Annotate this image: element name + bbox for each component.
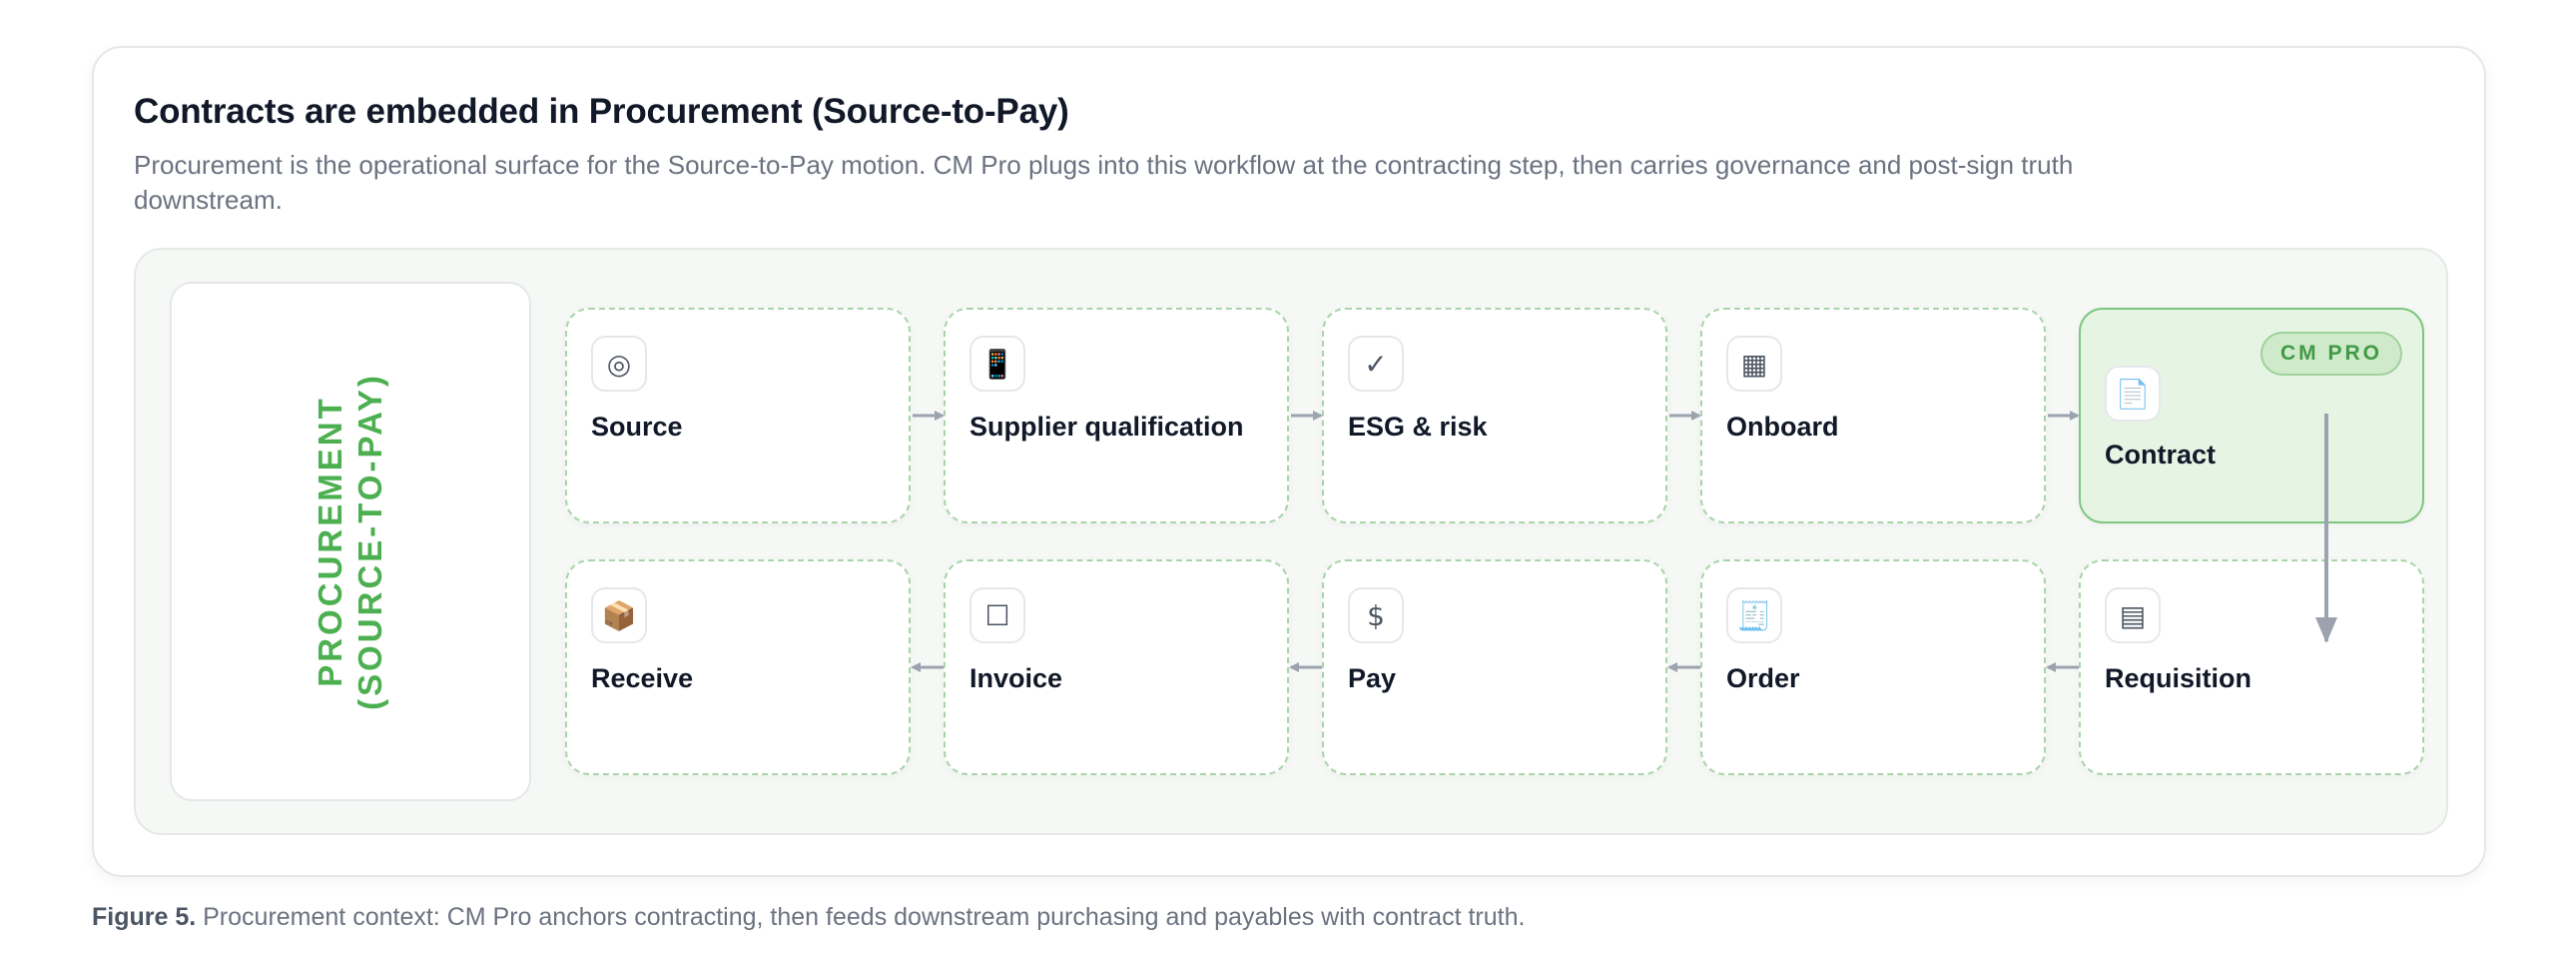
step-label: Receive <box>591 663 694 693</box>
checkmark-icon: ✓ <box>1348 336 1404 392</box>
target-icon: ◎ <box>591 336 647 392</box>
cm-pro-badge: CM PRO <box>2260 332 2402 376</box>
step-order: 🧾 Order <box>1700 559 2046 775</box>
step-label: Contract <box>2105 440 2217 470</box>
list-icon: ▤ <box>2105 587 2161 643</box>
side-label-line-1: PROCUREMENT <box>312 396 348 687</box>
step-supplier-qualification: 📱 Supplier qualification <box>944 308 1289 523</box>
step-label: Supplier qualification <box>969 412 1244 442</box>
step-requisition: ▤ Requisition <box>2079 559 2424 775</box>
step-receive: 📦 Receive <box>565 559 911 775</box>
step-contract: CM PRO 📄 Contract <box>2079 308 2424 523</box>
square-icon: ☐ <box>969 587 1025 643</box>
step-label: ESG & risk <box>1348 412 1488 442</box>
caption-prefix: Figure 5. <box>92 903 197 931</box>
phone-icon: 📱 <box>969 336 1025 392</box>
step-onboard: ▦ Onboard <box>1700 308 2046 523</box>
procurement-side-box: PROCUREMENT (SOURCE-TO-PAY) <box>170 282 531 801</box>
step-label: Pay <box>1348 663 1397 693</box>
figure-card: Contracts are embedded in Procurement (S… <box>92 46 2486 877</box>
package-icon: 📦 <box>591 587 647 643</box>
dollar-icon: $ <box>1348 587 1404 643</box>
step-label: Onboard <box>1726 412 1839 442</box>
card-title: Contracts are embedded in Procurement (S… <box>134 92 1069 131</box>
receipt-icon: 🧾 <box>1726 587 1782 643</box>
step-source: ◎ Source <box>565 308 911 523</box>
step-label: Order <box>1726 663 1800 693</box>
figure-caption: Figure 5. Procurement context: CM Pro an… <box>92 903 1525 932</box>
procurement-side-label: PROCUREMENT (SOURCE-TO-PAY) <box>311 373 390 710</box>
step-esg-risk: ✓ ESG & risk <box>1322 308 1667 523</box>
step-pay: $ Pay <box>1322 559 1667 775</box>
step-label: Source <box>591 412 683 442</box>
document-icon: 📄 <box>2105 366 2161 422</box>
step-label: Invoice <box>969 663 1063 693</box>
step-label: Requisition <box>2105 663 2252 693</box>
side-label-line-2: (SOURCE-TO-PAY) <box>351 373 388 710</box>
grid-icon: ▦ <box>1726 336 1782 392</box>
caption-text: Procurement context: CM Pro anchors cont… <box>196 903 1526 931</box>
card-description: Procurement is the operational surface f… <box>134 150 2074 215</box>
step-invoice: ☐ Invoice <box>944 559 1289 775</box>
workflow-panel: PROCUREMENT (SOURCE-TO-PAY) ◎ Source 📱 S… <box>134 248 2448 835</box>
